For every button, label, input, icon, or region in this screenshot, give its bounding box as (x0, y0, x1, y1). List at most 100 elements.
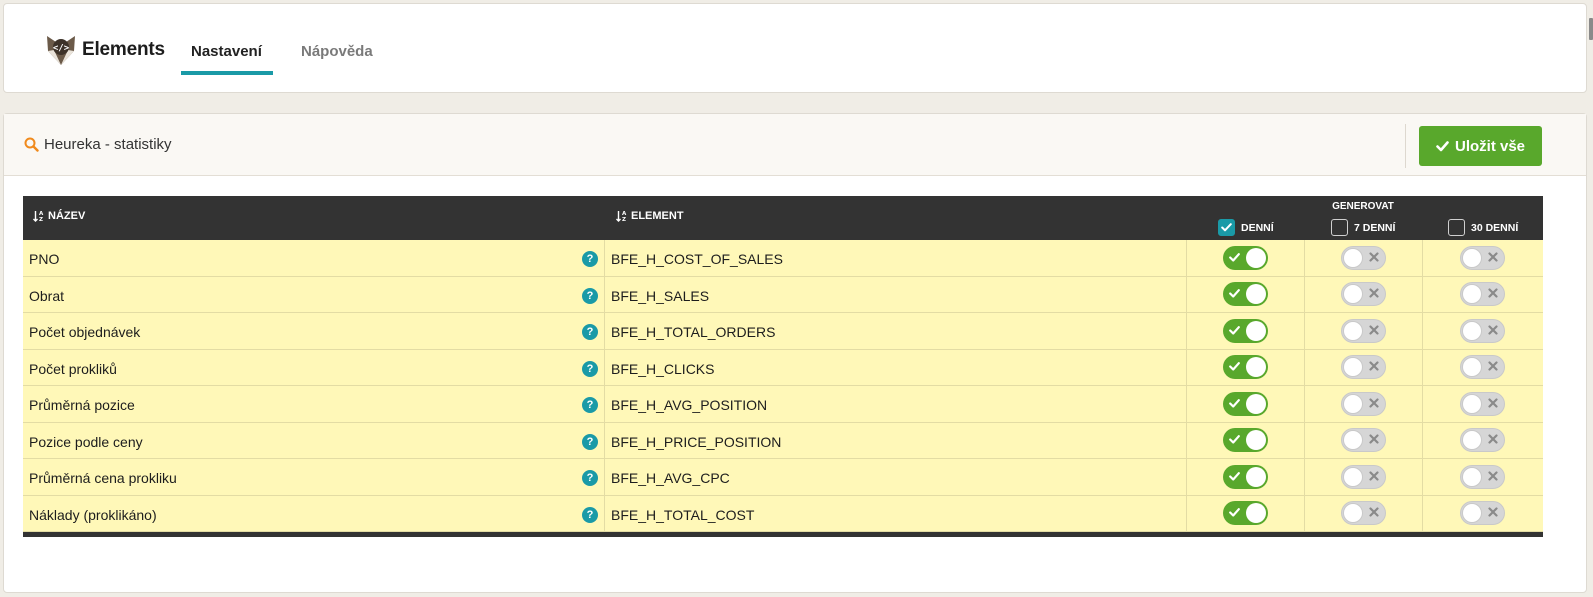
toggle-knob (1461, 393, 1482, 414)
daily-toggle[interactable] (1223, 464, 1268, 489)
toggle-knob (1343, 247, 1363, 268)
toggle-knob (1246, 284, 1266, 305)
element-cell: BFE_H_CLICKS (605, 349, 1187, 385)
panel-title: Heureka - statistiky (24, 136, 172, 153)
name-cell: Náklady (proklikáno) ? (23, 495, 605, 531)
period-30-day-header[interactable]: 30 DENNÍ (1448, 219, 1518, 236)
daily-cell (1187, 349, 1305, 385)
30-day-toggle[interactable] (1459, 464, 1505, 489)
metric-name: Průměrná cena prokliku (29, 470, 177, 486)
name-cell: Průměrná pozice ? (23, 386, 605, 422)
weekly-cell (1305, 240, 1423, 276)
sort-az-icon: A Z (616, 211, 627, 222)
question-icon[interactable]: ? (582, 470, 598, 486)
element-cell: BFE_H_TOTAL_ORDERS (605, 313, 1187, 349)
7-day-toggle[interactable] (1341, 428, 1386, 453)
question-icon[interactable]: ? (582, 506, 598, 523)
30-day-toggle[interactable] (1459, 391, 1505, 416)
daily-toggle[interactable] (1223, 318, 1268, 343)
toggle-knob (1461, 357, 1482, 378)
magnifier-icon (24, 137, 39, 152)
30-day-toggle[interactable] (1459, 428, 1505, 453)
tab-help[interactable]: Nápověda (301, 42, 373, 62)
element-cell: BFE_H_COST_OF_SALES (605, 240, 1187, 276)
element-code: BFE_H_AVG_POSITION (611, 397, 768, 413)
metric-name: Náklady (proklikáno) (29, 506, 157, 523)
check-icon (1229, 289, 1240, 298)
question-icon[interactable]: ? (582, 433, 598, 450)
monthly-cell (1423, 240, 1541, 276)
daily-cell (1187, 459, 1305, 495)
toggle-knob (1246, 393, 1266, 414)
question-icon[interactable]: ? (582, 287, 598, 304)
daily-cell (1187, 276, 1305, 312)
weekly-cell (1305, 313, 1423, 349)
period-daily-header[interactable]: DENNÍ (1218, 219, 1274, 236)
element-cell: BFE_H_TOTAL_COST (605, 495, 1187, 531)
7-day-toggle[interactable] (1341, 318, 1386, 343)
question-icon[interactable]: ? (582, 251, 598, 267)
tab-settings[interactable]: Nastavení (191, 42, 262, 62)
weekly-cell (1305, 495, 1423, 531)
close-icon (1369, 434, 1379, 444)
close-icon (1487, 507, 1498, 517)
column-header-element[interactable]: A Z ELEMENT (616, 210, 684, 222)
7-day-toggle[interactable] (1341, 355, 1386, 380)
close-icon (1487, 325, 1498, 335)
metric-name: Průměrná pozice (29, 397, 135, 413)
element-code: BFE_H_PRICE_POSITION (611, 433, 782, 450)
close-icon (1369, 507, 1379, 517)
daily-toggle[interactable] (1223, 428, 1268, 453)
7-day-toggle[interactable] (1341, 391, 1386, 416)
question-icon[interactable]: ? (582, 360, 598, 377)
daily-toggle[interactable] (1223, 355, 1268, 380)
name-cell: Obrat ? (23, 276, 605, 312)
element-code: BFE_H_SALES (611, 287, 710, 304)
weekly-cell (1305, 422, 1423, 458)
element-code: BFE_H_TOTAL_ORDERS (611, 324, 776, 340)
weekly-cell (1305, 349, 1423, 385)
7-day-toggle[interactable] (1341, 501, 1386, 526)
daily-cell (1187, 495, 1305, 531)
daily-toggle[interactable] (1223, 282, 1268, 307)
close-icon (1487, 398, 1498, 408)
period-7-day-checkbox[interactable] (1331, 219, 1348, 236)
30-day-toggle[interactable] (1459, 355, 1505, 380)
period-daily-checkbox[interactable] (1218, 219, 1235, 236)
7-day-toggle[interactable] (1341, 464, 1386, 489)
column-header-name[interactable]: A Z NÁZEV (33, 210, 85, 222)
30-day-toggle[interactable] (1459, 501, 1505, 526)
daily-toggle[interactable] (1223, 391, 1268, 416)
element-code: BFE_H_COST_OF_SALES (611, 251, 783, 267)
daily-toggle[interactable] (1223, 501, 1268, 526)
sort-az-icon: A Z (33, 211, 44, 222)
header-divider (1405, 124, 1406, 168)
save-all-button[interactable]: Uložit vše (1419, 126, 1542, 166)
period-7-day-header[interactable]: 7 DENNÍ (1331, 219, 1395, 236)
close-icon (1369, 361, 1379, 371)
toggle-knob (1246, 430, 1266, 451)
monthly-cell (1423, 313, 1541, 349)
brand[interactable]: </> Elements (44, 32, 165, 68)
30-day-toggle[interactable] (1459, 318, 1505, 343)
daily-toggle[interactable] (1223, 245, 1268, 270)
check-icon (1229, 508, 1240, 517)
scrollbar-thumb[interactable] (1589, 18, 1593, 40)
name-cell: Pozice podle ceny ? (23, 422, 605, 458)
toggle-knob (1343, 393, 1363, 414)
close-icon (1487, 361, 1498, 371)
element-cell: BFE_H_AVG_CPC (605, 459, 1187, 495)
table-row: Pozice podle ceny ? BFE_H_PRICE_POSITION (23, 422, 1543, 459)
check-icon (1229, 362, 1240, 371)
period-30-day-checkbox[interactable] (1448, 219, 1465, 236)
toggle-knob (1461, 466, 1482, 487)
7-day-toggle[interactable] (1341, 245, 1386, 270)
question-icon[interactable]: ? (582, 397, 598, 413)
30-day-toggle[interactable] (1459, 245, 1505, 270)
question-icon[interactable]: ? (582, 324, 598, 340)
check-icon (1229, 435, 1240, 444)
table-row: Obrat ? BFE_H_SALES (23, 276, 1543, 313)
30-day-toggle[interactable] (1459, 282, 1505, 307)
7-day-toggle[interactable] (1341, 282, 1386, 307)
name-cell: Průměrná cena prokliku ? (23, 459, 605, 495)
